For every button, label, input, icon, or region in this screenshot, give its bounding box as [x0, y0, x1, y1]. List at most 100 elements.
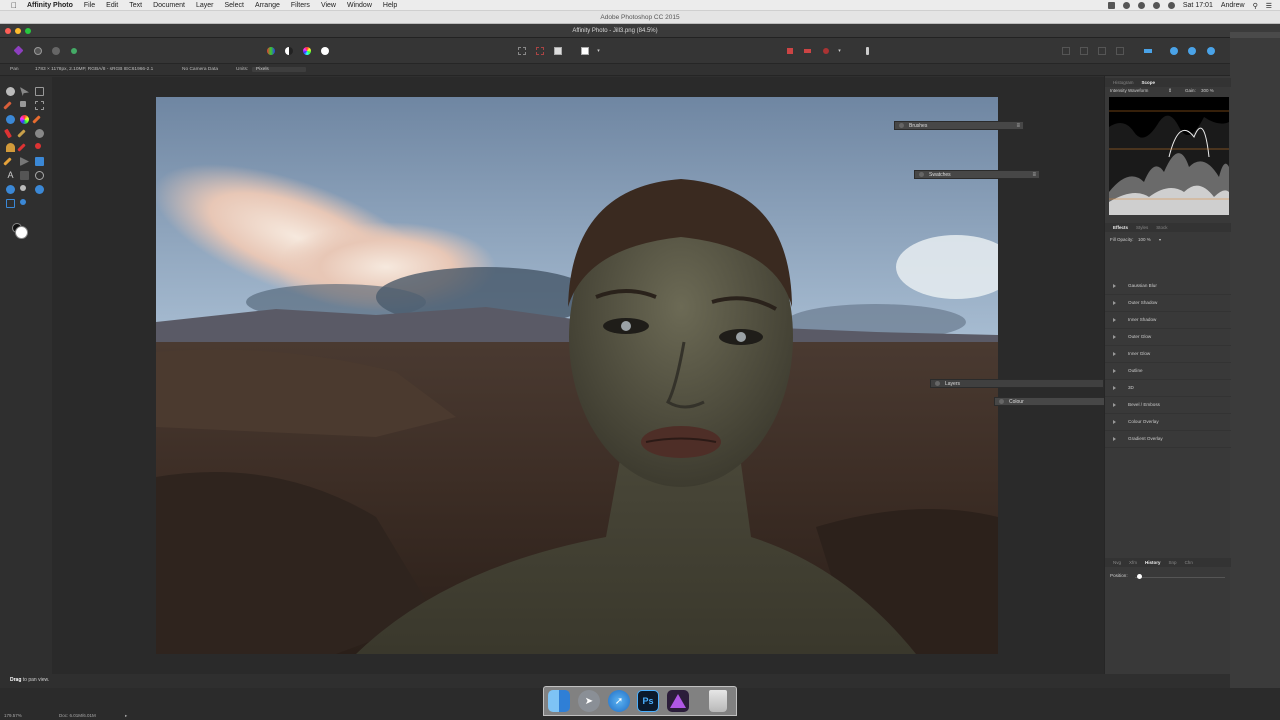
- select-all-icon[interactable]: [516, 45, 527, 56]
- node-tool-icon[interactable]: [20, 157, 29, 166]
- tab-transform[interactable]: Xfm: [1129, 560, 1137, 565]
- camera-icon[interactable]: [1107, 2, 1115, 9]
- liquify-persona-icon[interactable]: [32, 45, 43, 56]
- bluetooth-icon[interactable]: [1152, 2, 1160, 9]
- primary-colour-swatch[interactable]: [15, 226, 28, 239]
- photoshop-icon[interactable]: Ps: [637, 690, 659, 712]
- menu-file[interactable]: File: [84, 0, 95, 11]
- brushes-panel[interactable]: Brushes ≡: [894, 121, 1024, 130]
- blur-tool-icon[interactable]: [35, 185, 44, 194]
- clock[interactable]: Sat 17:01: [1183, 2, 1213, 9]
- wifi-icon[interactable]: [1167, 2, 1175, 9]
- auto-colours-icon[interactable]: [301, 45, 312, 56]
- fill-opacity-value[interactable]: 100 %: [1138, 237, 1151, 242]
- healing-brush-icon[interactable]: [17, 143, 26, 152]
- effect-outline[interactable]: Outline: [1105, 363, 1231, 380]
- snapping-icon[interactable]: [784, 45, 795, 56]
- effect-gaussian-blur[interactable]: Gaussian Blur: [1105, 278, 1231, 295]
- expand-arrow-icon[interactable]: [1113, 420, 1116, 424]
- effect-3d[interactable]: 3D: [1105, 380, 1231, 397]
- brush-selection-icon[interactable]: [3, 101, 12, 110]
- scope-mode-select[interactable]: Intensity Waveform: [1110, 88, 1148, 93]
- studio-icon[interactable]: [1205, 45, 1216, 56]
- text-tool-icon[interactable]: A: [6, 171, 15, 180]
- effect-bevel-emboss[interactable]: Bevel / Emboss: [1105, 397, 1231, 414]
- effect-gradient-overlay[interactable]: Gradient Overlay: [1105, 431, 1231, 448]
- expand-arrow-icon[interactable]: [1113, 386, 1116, 390]
- tab-channels[interactable]: Chn: [1185, 560, 1193, 565]
- marquee-tool-icon[interactable]: [35, 101, 44, 110]
- volume-icon[interactable]: [1137, 2, 1145, 9]
- swatches-panel[interactable]: Swatches ≡: [914, 170, 1040, 179]
- snapping-dropdown-icon[interactable]: ▾: [834, 45, 845, 56]
- record-icon[interactable]: [1122, 2, 1130, 9]
- menu-help[interactable]: Help: [383, 0, 397, 11]
- finder-icon[interactable]: [548, 690, 570, 712]
- menu-edit[interactable]: Edit: [106, 0, 118, 11]
- panel-menu-icon[interactable]: ≡: [1032, 172, 1036, 178]
- flood-select-icon[interactable]: [20, 101, 26, 107]
- effect-inner-shadow[interactable]: Inner Shadow: [1105, 312, 1231, 329]
- expand-arrow-icon[interactable]: [1113, 301, 1116, 305]
- safari-icon[interactable]: ➚: [608, 690, 630, 712]
- view-tool-icon[interactable]: [6, 87, 15, 96]
- move-tool-icon[interactable]: [20, 87, 29, 96]
- menu-select[interactable]: Select: [225, 0, 244, 11]
- notification-center-icon[interactable]: ☰: [1266, 2, 1272, 10]
- force-pixel-icon[interactable]: [820, 45, 831, 56]
- menu-text[interactable]: Text: [129, 0, 142, 11]
- expand-arrow-icon[interactable]: [1113, 403, 1116, 407]
- tab-histogram[interactable]: Histogram: [1113, 80, 1134, 85]
- assistant-icon[interactable]: [1168, 45, 1179, 56]
- expand-arrow-icon[interactable]: [1113, 437, 1116, 441]
- red-eye-tool-icon[interactable]: [35, 143, 41, 149]
- expand-arrow-icon[interactable]: [1113, 284, 1116, 288]
- gradient-tool-icon[interactable]: [6, 185, 15, 194]
- zoom-tool-icon[interactable]: [35, 171, 44, 180]
- rectangle-tool-icon[interactable]: [35, 157, 44, 166]
- table-tool-icon[interactable]: [20, 171, 29, 180]
- erase-brush-icon[interactable]: [17, 129, 26, 138]
- auto-contrast-icon[interactable]: [283, 45, 294, 56]
- affinity-photo-icon[interactable]: [667, 690, 689, 712]
- effect-outer-glow[interactable]: Outer Glow: [1105, 329, 1231, 346]
- effect-inner-glow[interactable]: Inner Glow: [1105, 346, 1231, 363]
- tab-scope[interactable]: Scope: [1142, 80, 1156, 85]
- menu-view[interactable]: View: [321, 0, 336, 11]
- tab-effects[interactable]: Effects: [1113, 225, 1128, 230]
- apple-icon[interactable]: : [9, 0, 19, 11]
- menu-document[interactable]: Document: [153, 0, 185, 11]
- tab-stock[interactable]: Stock: [1156, 225, 1167, 230]
- panel-menu-icon[interactable]: ≡: [1016, 123, 1020, 129]
- gain-value[interactable]: 300 %: [1201, 88, 1214, 93]
- history-position-track[interactable]: [1135, 577, 1225, 578]
- align-icon[interactable]: [1142, 45, 1153, 56]
- launchpad-icon[interactable]: ➤: [578, 690, 600, 712]
- effect-colour-overlay[interactable]: Colour Overlay: [1105, 414, 1231, 431]
- pencil-icon[interactable]: [4, 128, 12, 139]
- effect-outer-shadow[interactable]: Outer Shadow: [1105, 295, 1231, 312]
- status-arrow-icon[interactable]: ▸: [125, 713, 127, 719]
- invert-selection-icon[interactable]: [552, 45, 563, 56]
- user-name[interactable]: Andrew: [1221, 2, 1245, 9]
- menu-arrange[interactable]: Arrange: [255, 0, 280, 11]
- scope-mode-dropdown-icon[interactable]: ⇕: [1168, 88, 1172, 94]
- export-persona-icon[interactable]: [68, 45, 79, 56]
- mask-icon[interactable]: [802, 45, 813, 56]
- tab-history[interactable]: History: [1145, 560, 1161, 565]
- tab-navigator[interactable]: Nvg: [1113, 560, 1121, 565]
- expand-arrow-icon[interactable]: [1113, 352, 1116, 356]
- colour-picker-icon[interactable]: [20, 115, 29, 124]
- arrange-forward-icon[interactable]: [1096, 45, 1107, 56]
- smudge-tool-icon[interactable]: [20, 199, 26, 205]
- spotlight-icon[interactable]: ⚲: [1253, 2, 1258, 10]
- layers-panel[interactable]: Layers: [930, 379, 1104, 388]
- tab-styles[interactable]: Styles: [1136, 225, 1148, 230]
- menu-filters[interactable]: Filters: [291, 0, 310, 11]
- fill-opacity-dropdown-icon[interactable]: ▾: [1159, 237, 1161, 242]
- brush-assistant-icon[interactable]: [862, 45, 873, 56]
- dodge-tool-icon[interactable]: [35, 129, 44, 138]
- paint-brush-icon[interactable]: [32, 115, 41, 124]
- develop-persona-icon[interactable]: [50, 45, 61, 56]
- crop-tool-icon[interactable]: [35, 87, 44, 96]
